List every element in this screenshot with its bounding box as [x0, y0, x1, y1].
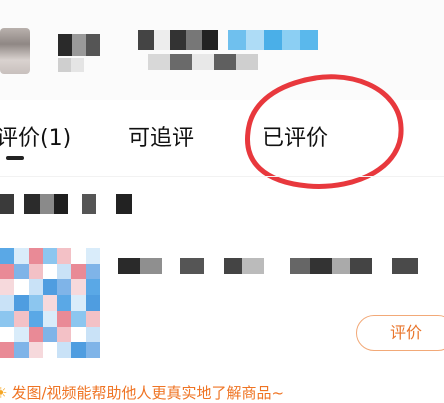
thumbnail-pixel	[28, 295, 43, 311]
redacted-product-title	[118, 258, 418, 274]
tab-can-follow-up[interactable]: 可追评	[128, 120, 194, 152]
thumbnail-pixel	[85, 279, 100, 296]
thumbnail-pixel	[85, 342, 100, 358]
thumbnail-pixel	[0, 248, 15, 264]
avatar[interactable]	[0, 28, 30, 74]
thumbnail-pixel	[71, 248, 86, 264]
thumbnail-pixel	[57, 326, 72, 343]
thumbnail-pixel	[85, 295, 100, 311]
thumbnail-pixel	[0, 279, 15, 296]
thumbnail-pixel	[71, 342, 86, 358]
thumbnail-pixel	[57, 248, 72, 264]
thumbnail-pixel	[57, 342, 72, 358]
review-tabs: 评价(1) 可追评 已评价	[0, 112, 444, 164]
thumbnail-pixel	[71, 326, 86, 343]
redacted-user-subtext	[148, 54, 258, 70]
thumbnail-pixel	[85, 326, 100, 343]
thumbnail-pixel	[42, 248, 58, 264]
active-tab-indicator	[6, 156, 24, 160]
thumbnail-pixel	[28, 326, 43, 343]
redacted-shop-name	[0, 194, 150, 214]
tab-reviewed[interactable]: 已评价	[262, 120, 328, 152]
thumbnail-pixel	[42, 263, 58, 280]
product-thumbnail[interactable]	[0, 248, 100, 358]
thumbnail-pixel	[28, 342, 43, 358]
redacted-user-name	[58, 34, 100, 56]
thumbnail-pixel	[14, 263, 29, 280]
review-button[interactable]: 评价	[356, 315, 444, 351]
thumbnail-pixel	[42, 295, 58, 311]
thumbnail-pixel	[28, 279, 43, 296]
thumbnail-pixel	[42, 310, 58, 327]
thumbnail-pixel	[0, 263, 15, 280]
thumbnail-pixel	[28, 248, 43, 264]
thumbnail-pixel	[14, 342, 29, 358]
tip-text: 发图/视频能帮助他人更真实地了解商品~	[11, 384, 285, 402]
sun-icon: ☀	[0, 384, 8, 402]
thumbnail-pixel	[14, 310, 29, 327]
thumbnail-pixel	[14, 248, 29, 264]
thumbnail-pixel	[57, 263, 72, 280]
thumbnail-pixel	[71, 310, 86, 327]
thumbnail-pixel	[85, 310, 100, 327]
redacted-user-tag	[228, 30, 318, 50]
thumbnail-pixel	[57, 310, 72, 327]
thumbnail-pixel	[28, 263, 43, 280]
redacted-user-tag	[138, 30, 218, 50]
thumbnail-pixel	[42, 342, 58, 358]
tab-pending-review[interactable]: 评价(1)	[0, 120, 71, 152]
thumbnail-pixel	[57, 279, 72, 296]
thumbnail-pixel	[28, 310, 43, 327]
divider	[0, 176, 444, 177]
thumbnail-pixel	[57, 295, 72, 311]
thumbnail-pixel	[0, 342, 15, 358]
thumbnail-pixel	[42, 279, 58, 296]
thumbnail-pixel	[0, 295, 15, 311]
thumbnail-pixel	[0, 310, 15, 327]
thumbnail-pixel	[14, 326, 29, 343]
thumbnail-pixel	[71, 295, 86, 311]
thumbnail-pixel	[0, 326, 15, 343]
thumbnail-pixel	[85, 248, 100, 264]
thumbnail-pixel	[14, 295, 29, 311]
profile-header	[0, 0, 444, 100]
thumbnail-pixel	[14, 279, 29, 296]
thumbnail-pixel	[42, 326, 58, 343]
thumbnail-pixel	[85, 263, 100, 280]
redacted-user-subtext	[58, 58, 84, 72]
thumbnail-pixel	[71, 263, 86, 280]
thumbnail-pixel	[71, 279, 86, 296]
